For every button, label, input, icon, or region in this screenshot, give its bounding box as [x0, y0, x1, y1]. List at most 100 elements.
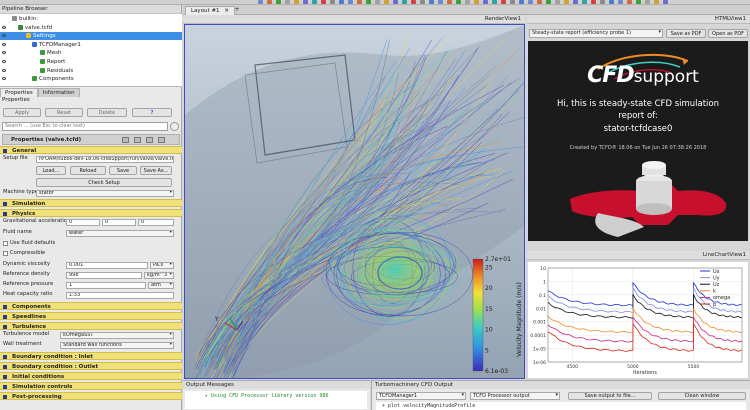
compressible-checkbox[interactable] — [3, 251, 8, 256]
toolbar-tool-icon[interactable] — [285, 0, 290, 4]
open-as-pdf-button[interactable]: Open as PDF — [708, 29, 748, 38]
add-layout-icon[interactable]: + — [233, 6, 241, 14]
section-bc-inlet[interactable]: Boundary condition : Inlet — [0, 352, 182, 360]
save-button[interactable]: Save — [109, 166, 137, 175]
wall-treatment-select[interactable]: Standard wall functions — [60, 342, 174, 349]
toolbar-tool-icon[interactable] — [627, 0, 632, 4]
dynamic-viscosity-unit[interactable]: Pa.s — [150, 262, 174, 269]
heat-capacity-field[interactable]: 1.33 — [66, 292, 174, 299]
toolbar-tool-icon[interactable] — [402, 0, 407, 4]
reset-button[interactable]: Reset — [45, 108, 83, 117]
fluid-name-select[interactable]: water — [66, 230, 174, 237]
toolbar-tool-icon[interactable] — [366, 0, 371, 4]
toolbar-tool-icon[interactable] — [510, 0, 515, 4]
toolbar-tool-icon[interactable] — [465, 0, 470, 4]
pipeline-item[interactable]: Components — [0, 75, 182, 83]
section-physics[interactable]: Physics — [0, 209, 182, 217]
toolbar-tool-icon[interactable] — [663, 0, 668, 4]
toolbar-tool-icon[interactable] — [375, 0, 380, 4]
toolbar-tool-icon[interactable] — [303, 0, 308, 4]
eye-icon[interactable] — [2, 34, 6, 38]
render-view[interactable]: Y 2.7e+01 6.1e-03 25 20 15 10 5 Velocity Mag… — [184, 24, 525, 379]
toolbar-tool-icon[interactable] — [384, 0, 389, 4]
pipeline-item[interactable]: Mesh — [0, 49, 182, 57]
dynamic-viscosity-field[interactable]: 0.001 — [66, 262, 148, 269]
grav-y-field[interactable]: 0 — [102, 219, 136, 226]
copy-icon[interactable] — [122, 137, 129, 143]
gear-icon[interactable] — [158, 137, 165, 143]
eye-icon[interactable] — [2, 25, 6, 29]
section-turbulence[interactable]: Turbulence — [0, 322, 182, 330]
output-messages-log[interactable]: ▸ Using CFD Processor library version 98… — [185, 391, 367, 409]
load-button[interactable]: Load... — [36, 166, 66, 175]
pipeline-browser[interactable]: builtin: valve.tcfd Settings TCFDManager1 Me… — [0, 14, 182, 87]
toolbar-tool-icon[interactable] — [258, 0, 263, 4]
toolbar-tool-icon[interactable] — [276, 0, 281, 4]
toolbar-tool-icon[interactable] — [519, 0, 524, 4]
toolbar-tool-icon[interactable] — [564, 0, 569, 4]
toolbar-tool-icon[interactable] — [492, 0, 497, 4]
pipeline-item[interactable]: TCFDManager1 — [0, 41, 182, 49]
reference-pressure-unit[interactable]: atm — [148, 282, 174, 289]
output-type-select[interactable]: TCFD Processor output — [470, 392, 560, 400]
use-fluid-defaults-checkbox[interactable] — [3, 241, 8, 246]
grav-x-field[interactable]: 0 — [66, 219, 100, 226]
paste-icon[interactable] — [134, 137, 141, 143]
machine-type-select[interactable]: stator — [36, 190, 174, 197]
section-components[interactable]: Components — [0, 302, 182, 310]
grav-z-field[interactable]: 0 — [138, 219, 174, 226]
report-select[interactable]: Steady-state report (efficiency probe 1) — [529, 29, 663, 38]
section-simulation-controls[interactable]: Simulation controls — [0, 382, 182, 390]
toolbar-tool-icon[interactable] — [348, 0, 353, 4]
section-bc-outlet[interactable]: Boundary condition : Outlet — [0, 362, 182, 370]
toolbar-tool-icon[interactable] — [267, 0, 272, 4]
tab-information[interactable]: Information — [37, 88, 80, 97]
toolbar-tool-icon[interactable] — [483, 0, 488, 4]
save-as-button[interactable]: Save As... — [140, 166, 172, 175]
toolbar-tool-icon[interactable] — [555, 0, 560, 4]
reload-icon[interactable] — [146, 137, 153, 143]
eye-icon[interactable] — [2, 77, 6, 81]
toolbar-tool-icon[interactable] — [501, 0, 506, 4]
toolbar-tool-icon[interactable] — [654, 0, 659, 4]
pipeline-item[interactable]: builtin: — [0, 15, 182, 23]
toolbar-tool-icon[interactable] — [321, 0, 326, 4]
eye-icon[interactable] — [2, 60, 6, 63]
eye-icon[interactable] — [2, 68, 6, 72]
toolbar-tool-icon[interactable] — [357, 0, 362, 4]
toolbar-tool-icon[interactable] — [546, 0, 551, 4]
turbulence-model-select[interactable]: kOmegaSST — [60, 332, 174, 339]
section-general[interactable]: General — [0, 146, 182, 154]
section-simulation[interactable]: Simulation — [0, 199, 182, 207]
toolbar-tool-icon[interactable] — [411, 0, 416, 4]
toolbar-tool-icon[interactable] — [474, 0, 479, 4]
toolbar-tool-icon[interactable] — [420, 0, 425, 4]
save-as-pdf-button[interactable]: Save as PDF — [666, 29, 706, 38]
pipeline-item[interactable]: Settings — [0, 32, 182, 41]
reference-density-field[interactable]: 998 — [66, 272, 142, 279]
delete-button[interactable]: Delete — [87, 108, 127, 117]
close-icon[interactable]: ✕ — [224, 8, 229, 14]
toolbar-tool-icon[interactable] — [339, 0, 344, 4]
toolbar-tool-icon[interactable] — [582, 0, 587, 4]
reference-density-unit[interactable]: kg/m^3 — [144, 272, 174, 279]
toolbar-tool-icon[interactable] — [537, 0, 542, 4]
toolbar-tool-icon[interactable] — [645, 0, 650, 4]
toolbar-tool-icon[interactable] — [573, 0, 578, 4]
help-button[interactable]: ? — [132, 108, 172, 117]
reload-button[interactable]: Reload — [70, 166, 106, 175]
save-output-button[interactable]: Save output to file... — [568, 392, 652, 400]
tab-properties[interactable]: Properties — [0, 88, 38, 97]
toolbar-tool-icon[interactable] — [528, 0, 533, 4]
section-speedlines[interactable]: Speedlines — [0, 312, 182, 320]
settings-gear-icon[interactable] — [170, 122, 179, 131]
toolbar-tool-icon[interactable] — [609, 0, 614, 4]
section-post-processing[interactable]: Post-processing — [0, 392, 182, 400]
toolbar-tool-icon[interactable] — [393, 0, 398, 4]
toolbar-tool-icon[interactable] — [600, 0, 605, 4]
toolbar-tool-icon[interactable] — [312, 0, 317, 4]
pipeline-item[interactable]: Residuals — [0, 67, 182, 75]
toolbar-tool-icon[interactable] — [330, 0, 335, 4]
check-setup-button[interactable]: Check Setup — [36, 178, 172, 187]
toolbar-tool-icon[interactable] — [636, 0, 641, 4]
